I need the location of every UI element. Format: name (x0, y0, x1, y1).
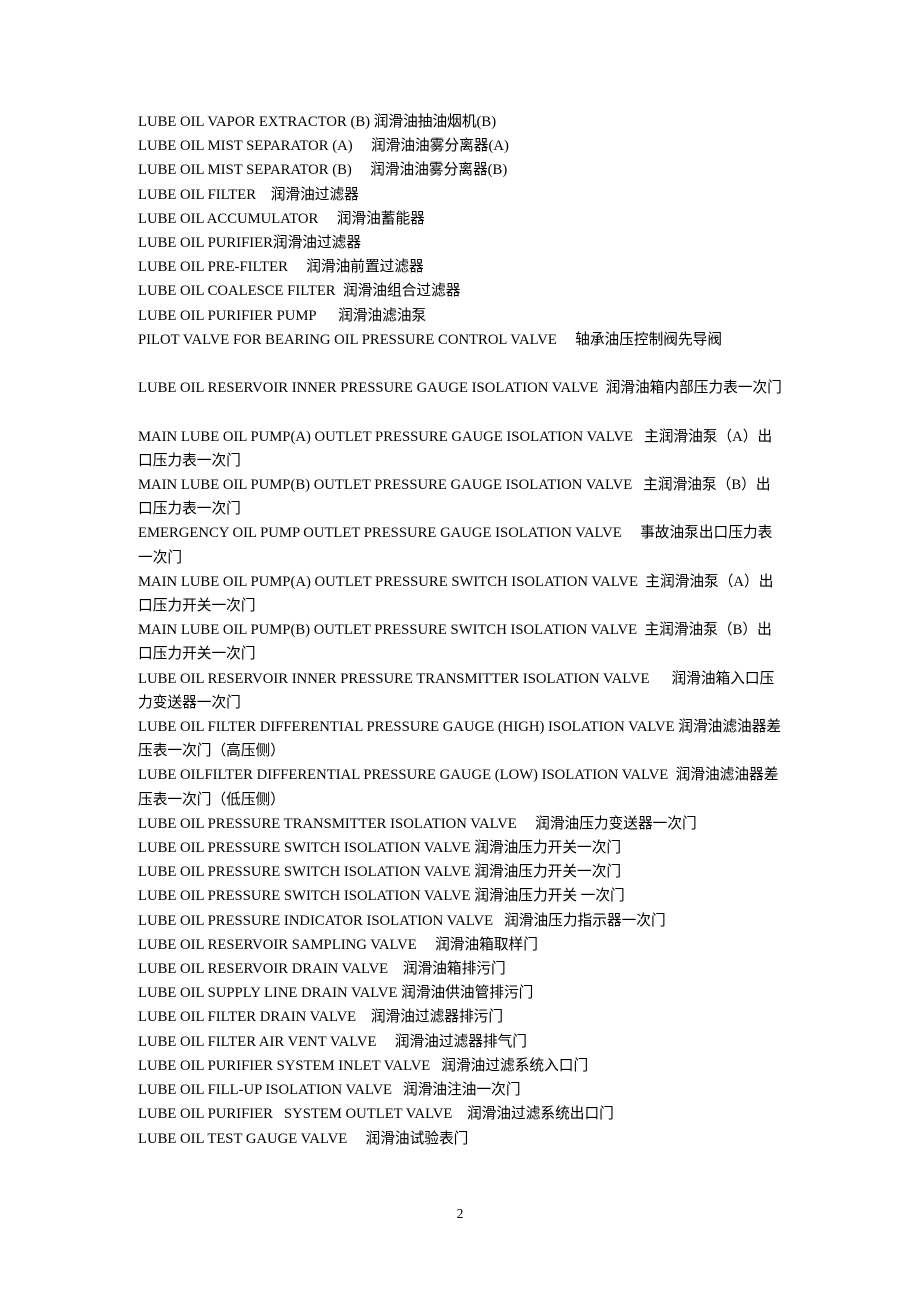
document-line-lube-oil-test-gauge-valve: LUBE OIL TEST GAUGE VALVE 润滑油试验表门 (138, 1130, 469, 1147)
document-line-lube-oil-reservoir-inner-pressure-transmitter-isolation-valve: LUBE OIL RESERVOIR INNER PRESSURE TRANSM… (138, 670, 775, 711)
document-line-lube-oil-reservoir-drain-valve: LUBE OIL RESERVOIR DRAIN VALVE 润滑油箱排污门 (138, 961, 506, 978)
document-line-lube-oil-coalesce-filter: LUBE OIL COALESCE FILTER 润滑油组合过滤器 (138, 283, 461, 300)
document-line-lube-oil-fill-up-isolation-valve: LUBE OIL FILL-UP ISOLATION VALVE 润滑油注油一次… (138, 1082, 521, 1099)
document-line-lube-oil-pressure-switch-isolation-valve-1: LUBE OIL PRESSURE SWITCH ISOLATION VALVE… (138, 840, 622, 857)
document-line-lube-oil-vapor-extractor-b: LUBE OIL VAPOR EXTRACTOR (B) 润滑油抽油烟机(B) (138, 114, 497, 130)
document-line-lube-oil-pressure-switch-isolation-valve-3: LUBE OIL PRESSURE SWITCH ISOLATION VALVE… (138, 888, 625, 905)
document-blank-line (138, 352, 783, 376)
document-line-lube-oil-filter-air-vent-valve: LUBE OIL FILTER AIR VENT VALVE 润滑油过滤器排气门 (138, 1033, 527, 1050)
document-line-lube-oil-pressure-switch-isolation-valve-2: LUBE OIL PRESSURE SWITCH ISOLATION VALVE… (138, 864, 622, 881)
document-line-lube-oil-supply-line-drain-valve: LUBE OIL SUPPLY LINE DRAIN VALVE 润滑油供油管排… (138, 985, 534, 1002)
document-line-lube-oil-mist-separator-b: LUBE OIL MIST SEPARATOR (B) 润滑油油雾分离器(B) (138, 162, 508, 179)
document-line-lube-oil-mist-separator-a: LUBE OIL MIST SEPARATOR (A) 润滑油油雾分离器(A) (138, 138, 509, 155)
document-line-pilot-valve-bearing-oil-pressure-control-valve: PILOT VALVE FOR BEARING OIL PRESSURE CON… (138, 331, 723, 348)
document-line-lube-oil-pre-filter: LUBE OIL PRE-FILTER 润滑油前置过滤器 (138, 259, 424, 276)
document-line-lube-oil-filter-drain-valve: LUBE OIL FILTER DRAIN VALVE 润滑油过滤器排污门 (138, 1009, 504, 1026)
document-line-lube-oil-reservoir-sampling-valve: LUBE OIL RESERVOIR SAMPLING VALVE 润滑油箱取样… (138, 936, 538, 953)
document-line-lube-oil-pressure-indicator-isolation-valve: LUBE OIL PRESSURE INDICATOR ISOLATION VA… (138, 912, 666, 929)
document-line-main-lube-oil-pump-b-outlet-pressure-gauge-isolation-valve: MAIN LUBE OIL PUMP(B) OUTLET PRESSURE GA… (138, 477, 771, 518)
document-line-lube-oil-purifier-system-outlet-valve: LUBE OIL PURIFIER SYSTEM OUTLET VALVE 润滑… (138, 1106, 614, 1123)
document-line-lube-oil-accumulator: LUBE OIL ACCUMULATOR 润滑油蓄能器 (138, 210, 425, 227)
document-blank-line (138, 400, 783, 424)
document-line-main-lube-oil-pump-b-outlet-pressure-switch-isolation-valve: MAIN LUBE OIL PUMP(B) OUTLET PRESSURE SW… (138, 622, 772, 663)
document-line-main-lube-oil-pump-a-outlet-pressure-switch-isolation-valve: MAIN LUBE OIL PUMP(A) OUTLET PRESSURE SW… (138, 573, 774, 615)
document-text-body: LUBE OIL VAPOR EXTRACTOR (B) 润滑油抽油烟机(B) L… (138, 110, 783, 1151)
document-line-main-lube-oil-pump-a-outlet-pressure-gauge-isolation-valve: MAIN LUBE OIL PUMP(A) OUTLET PRESSURE GA… (138, 428, 773, 469)
document-line-lube-oil-filter-differential-pressure-gauge-low-isolation-valve: LUBE OILFILTER DIFFERENTIAL PRESSURE GAU… (138, 767, 779, 808)
document-line-lube-oil-purifier-system-inlet-valve: LUBE OIL PURIFIER SYSTEM INLET VALVE 润滑油… (138, 1057, 589, 1074)
document-line-lube-oil-purifier-pump: LUBE OIL PURIFIER PUMP 润滑油滤油泵 (138, 307, 427, 324)
document-line-lube-oil-purifier: LUBE OIL PURIFIER润滑油过滤器 (138, 235, 362, 252)
page-number-footer: 2 (456, 1206, 464, 1221)
document-line-lube-oil-filter-differential-pressure-gauge-high-isolation-valve: LUBE OIL FILTER DIFFERENTIAL PRESSURE GA… (138, 719, 782, 760)
document-line-lube-oil-pressure-transmitter-isolation-valve: LUBE OIL PRESSURE TRANSMITTER ISOLATION … (138, 815, 697, 832)
document-line-emergency-oil-pump-outlet-pressure-gauge-isolation-valve: EMERGENCY OIL PUMP OUTLET PRESSURE GAUGE… (138, 525, 773, 566)
document-line-lube-oil-filter: LUBE OIL FILTER 润滑油过滤器 (138, 186, 359, 203)
document-line-lube-oil-reservoir-inner-pressure-gauge-isolation-valve: LUBE OIL RESERVOIR INNER PRESSURE GAUGE … (138, 380, 782, 397)
